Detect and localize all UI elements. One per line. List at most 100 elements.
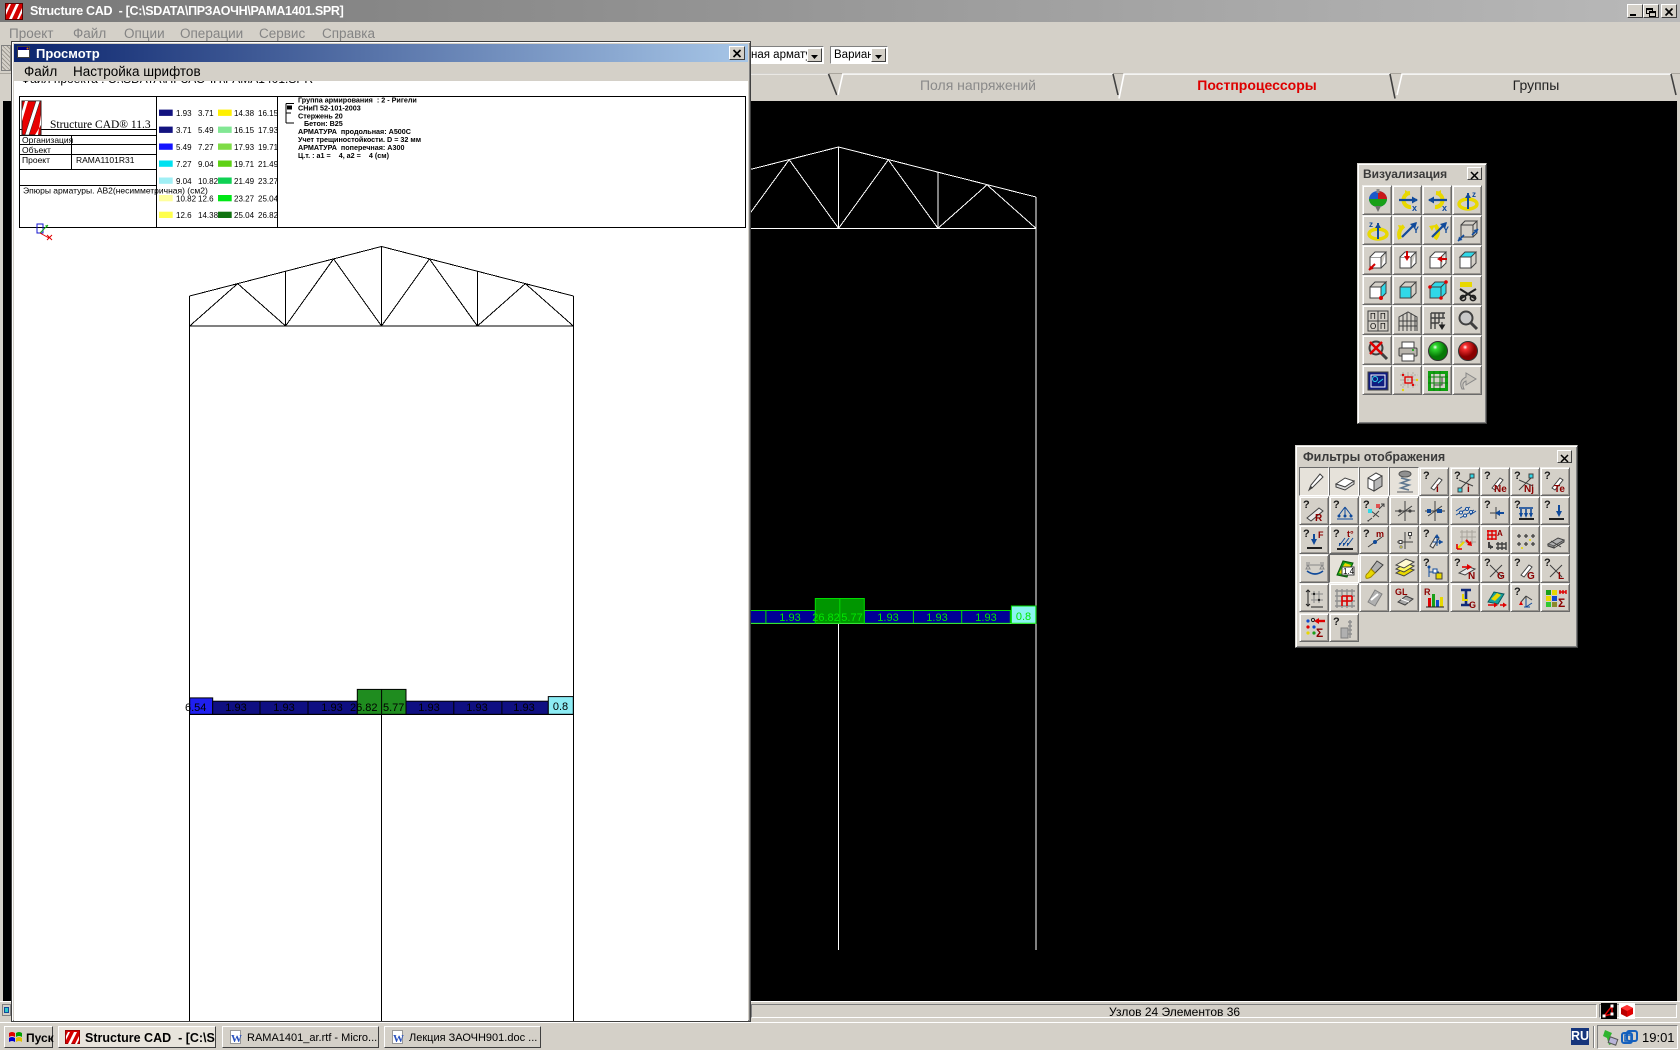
svg-text:26.82: 26.82 xyxy=(258,211,279,220)
svg-text:Y: Y xyxy=(1443,225,1449,235)
svg-text:m: m xyxy=(1376,529,1384,539)
svg-text:x: x xyxy=(1442,203,1447,213)
svg-text:19.71: 19.71 xyxy=(234,160,255,169)
svg-text:5.49: 5.49 xyxy=(176,143,192,152)
svg-text:7.27: 7.27 xyxy=(198,143,214,152)
svg-text:3.71: 3.71 xyxy=(198,109,214,118)
svg-text:1.93: 1.93 xyxy=(418,702,439,714)
svg-text:1.4: 1.4 xyxy=(1343,567,1355,576)
svg-text:1.93: 1.93 xyxy=(877,612,898,624)
svg-text:Ne: Ne xyxy=(1494,484,1507,494)
svg-text:21.49: 21.49 xyxy=(234,177,255,186)
svg-text:?: ? xyxy=(1544,470,1551,482)
svg-text:L: L xyxy=(1558,571,1564,581)
svg-text:1.93: 1.93 xyxy=(926,612,947,624)
svg-text:Σ: Σ xyxy=(1558,596,1565,610)
svg-text:z: z xyxy=(1472,190,1476,199)
svg-text:25.04: 25.04 xyxy=(258,194,279,203)
svg-text:N: N xyxy=(1468,571,1475,581)
svg-text:26.82: 26.82 xyxy=(350,702,378,714)
svg-text:Ц.т. : а1 = 4, а2 = 4 (с: Ц.т. : а1 = 4, а2 = 4 (см) xyxy=(298,151,390,160)
svg-text:9.04: 9.04 xyxy=(176,177,192,186)
svg-text:R: R xyxy=(1315,513,1323,523)
svg-text:Группы: Группы xyxy=(1513,77,1560,93)
svg-text:?: ? xyxy=(1514,557,1521,569)
svg-text:G: G xyxy=(1527,571,1535,581)
svg-text:5.77: 5.77 xyxy=(383,702,404,714)
svg-text:i: i xyxy=(1436,484,1439,494)
svg-text:?: ? xyxy=(1544,557,1551,569)
svg-text:10.82: 10.82 xyxy=(176,194,197,203)
svg-text:П: П xyxy=(1380,312,1386,321)
svg-text:Поля напряжений: Поля напряжений xyxy=(920,77,1036,93)
svg-text:W: W xyxy=(231,1033,242,1045)
svg-text:21.49: 21.49 xyxy=(258,160,279,169)
svg-text:Te: Te xyxy=(1554,484,1565,494)
svg-text:0.8: 0.8 xyxy=(553,701,568,713)
svg-text:A: A xyxy=(1497,529,1503,538)
svg-text:z: z xyxy=(1369,220,1373,229)
svg-text:23.27: 23.27 xyxy=(258,177,279,186)
svg-text:?: ? xyxy=(1514,499,1521,511)
svg-text:16.15: 16.15 xyxy=(258,109,279,118)
svg-text:W: W xyxy=(393,1033,404,1045)
svg-text:12.6: 12.6 xyxy=(176,211,192,220)
svg-text:?: ? xyxy=(1303,528,1310,540)
svg-text:G: G xyxy=(1497,571,1505,581)
svg-text:12.6: 12.6 xyxy=(198,194,214,203)
svg-text:?: ? xyxy=(1423,470,1430,482)
svg-text:1.93: 1.93 xyxy=(513,702,534,714)
svg-text:R: R xyxy=(1424,587,1431,597)
svg-text:14.38: 14.38 xyxy=(198,211,219,220)
svg-text:?: ? xyxy=(1423,528,1430,540)
svg-text:1.93: 1.93 xyxy=(273,702,294,714)
svg-text:t°: t° xyxy=(1347,529,1354,539)
svg-text:14.38: 14.38 xyxy=(234,109,255,118)
svg-text:Организация: Организация xyxy=(22,135,74,145)
svg-text:Nj: Nj xyxy=(1524,484,1534,494)
svg-text:Объект: Объект xyxy=(22,145,51,155)
svg-text:?: ? xyxy=(1333,616,1340,628)
svg-text:3.71: 3.71 xyxy=(176,126,192,135)
svg-text:?: ? xyxy=(1484,499,1491,511)
svg-text:П: П xyxy=(1370,312,1376,321)
svg-text:Σ: Σ xyxy=(1316,626,1323,640)
svg-text:G: G xyxy=(1469,600,1476,610)
svg-text:?: ? xyxy=(1544,499,1551,511)
svg-text:7.27: 7.27 xyxy=(176,160,192,169)
svg-text:F: F xyxy=(1318,530,1324,540)
svg-text:?: ? xyxy=(1484,557,1491,569)
svg-text:x: x xyxy=(1412,203,1417,213)
svg-text:17.93: 17.93 xyxy=(234,143,255,152)
svg-text:16.15: 16.15 xyxy=(234,126,255,135)
svg-text:1.93: 1.93 xyxy=(176,109,192,118)
svg-text:25.04: 25.04 xyxy=(234,211,255,220)
svg-text:19.71: 19.71 xyxy=(258,143,279,152)
svg-text:5.49: 5.49 xyxy=(198,126,214,135)
svg-text:9.04: 9.04 xyxy=(198,160,214,169)
svg-text:?: ? xyxy=(1484,470,1491,482)
svg-text:10.82: 10.82 xyxy=(198,177,219,186)
svg-text:Structure CAD® 11.3: Structure CAD® 11.3 xyxy=(50,119,151,131)
svg-text:1.93: 1.93 xyxy=(466,702,487,714)
svg-text:?: ? xyxy=(1454,557,1461,569)
svg-text:?: ? xyxy=(1363,528,1370,540)
svg-text:RAMA1101R31: RAMA1101R31 xyxy=(76,155,135,165)
svg-text:Y: Y xyxy=(1413,225,1419,235)
svg-text:1.93: 1.93 xyxy=(321,702,342,714)
svg-text:i: i xyxy=(1467,484,1470,494)
svg-text:26.82: 26.82 xyxy=(812,612,840,624)
svg-text:П: П xyxy=(1380,322,1386,331)
svg-text:23.27: 23.27 xyxy=(234,194,255,203)
svg-text:Проект: Проект xyxy=(22,155,50,165)
svg-text:5.77: 5.77 xyxy=(841,612,862,624)
svg-text:?: ? xyxy=(1303,499,1310,511)
svg-text:17.93: 17.93 xyxy=(258,126,279,135)
svg-text:?: ? xyxy=(1514,586,1521,598)
svg-text:1.93: 1.93 xyxy=(975,612,996,624)
svg-text:0.8: 0.8 xyxy=(1016,611,1031,623)
svg-text:О: О xyxy=(1370,322,1376,331)
svg-text:?: ? xyxy=(1333,499,1340,511)
svg-text:?: ? xyxy=(1333,528,1340,540)
svg-text:1.93: 1.93 xyxy=(779,612,800,624)
